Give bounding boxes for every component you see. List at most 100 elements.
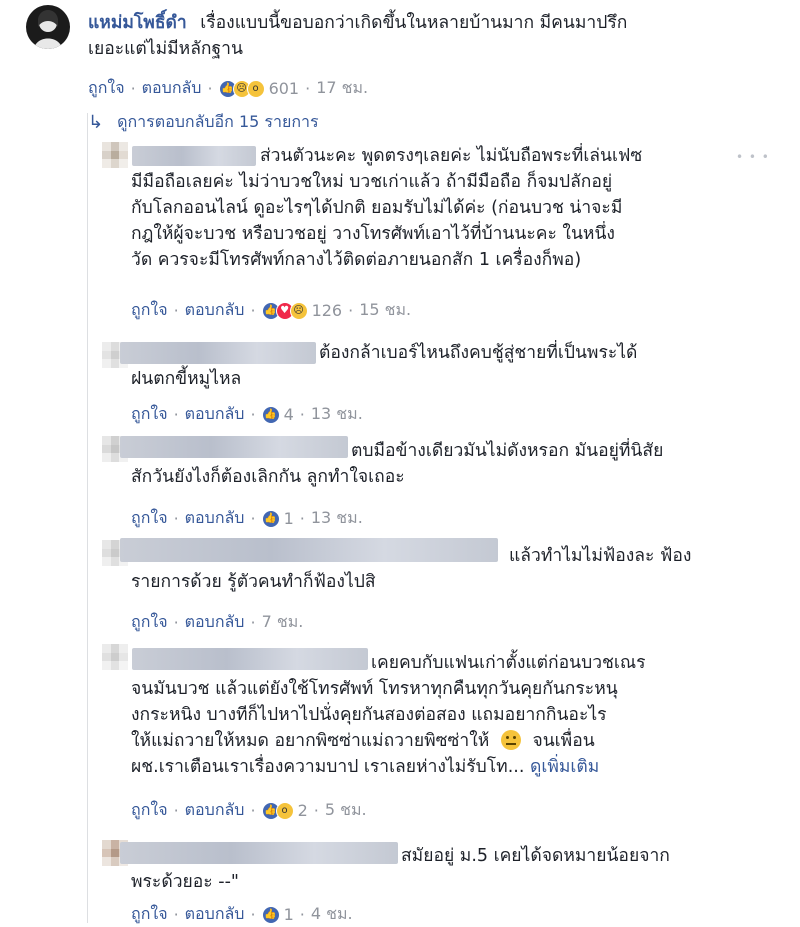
separator: ·: [305, 79, 311, 98]
separator: ·: [130, 79, 136, 98]
reply-line: แล้วทำไมไม่ฟ้องละ ฟ้อง: [509, 546, 692, 566]
separator: ·: [173, 405, 179, 424]
reply-button[interactable]: ตอบกลับ: [185, 902, 245, 927]
reply-line: มีมือถือเลยค่ะ ไม่ว่าบวชใหม่ บวชเก่าแล้ว…: [131, 172, 613, 192]
comment-time[interactable]: 7 ชม.: [262, 610, 304, 635]
reply-line: งกระหนิง บางทีก็ไปหาไปนั่งคุยกันสองต่อสอ…: [131, 705, 607, 725]
reply-button[interactable]: ตอบกลับ: [185, 506, 245, 531]
reply-4-text: แล้วทำไมไม่ฟ้องละ ฟ้อง รายการด้วย รู้ตัว…: [131, 543, 751, 595]
top-comment-actions: ถูกใจ · ตอบกลับ · 👍 ☹ o 601 · 17 ชม.: [88, 76, 368, 101]
reply-line: กับโลกออนไลน์ ดูอะไรๆได้ปกติ ยอมรับไม่ได…: [131, 198, 623, 218]
separator: ·: [173, 301, 179, 320]
reply-5-text: เคยคบกับแฟนเก่าตั้งแต่ก่อนบวชเณร จนมันบว…: [131, 650, 771, 780]
like-button[interactable]: ถูกใจ: [88, 76, 125, 101]
reply-line: ผช.เราเตือนเราเรื่องความบาป เราเลยห่างไม…: [131, 757, 525, 777]
sad-reaction-icon: ☹: [289, 301, 308, 320]
like-button[interactable]: ถูกใจ: [131, 798, 168, 823]
like-button[interactable]: ถูกใจ: [131, 902, 168, 927]
like-reaction-icon: 👍: [261, 905, 280, 924]
reply-avatar[interactable]: [102, 644, 128, 670]
reply-arrow-icon: ↳: [88, 112, 104, 133]
reply-2-actions: ถูกใจ · ตอบกลับ · 👍 4 · 13 ชม.: [131, 402, 363, 427]
reply-line: ส่วนตัวนะคะ พูดตรงๆเลยค่ะ ไม่นับถือพระที…: [260, 146, 643, 166]
reply-3-actions: ถูกใจ · ตอบกลับ · 👍 1 · 13 ชม.: [131, 506, 363, 531]
reply-6-text: สมัยอยู่ ม.5 เคยได้จดหมายน้อยจาก พระด้วย…: [131, 843, 751, 895]
separator: ·: [299, 405, 305, 424]
comment-time[interactable]: 4 ชม.: [311, 902, 353, 927]
like-button[interactable]: ถูกใจ: [131, 506, 168, 531]
separator: ·: [299, 905, 305, 924]
thread-line: [87, 113, 88, 923]
separator: ·: [250, 613, 256, 632]
reaction-icons[interactable]: 👍 o: [261, 801, 294, 820]
separator: ·: [173, 613, 179, 632]
reaction-count[interactable]: 126: [312, 301, 343, 320]
reply-button[interactable]: ตอบกลับ: [185, 610, 245, 635]
reaction-icons[interactable]: 👍 ♥ ☹: [261, 301, 308, 320]
reply-line: พระด้วยอะ --": [131, 872, 239, 892]
see-more-link[interactable]: ดูเพิ่มเติม: [530, 757, 599, 777]
reply-line: วัด ควรจะมีโทรศัพท์กลางไว้ติดต่อภายนอกสั…: [131, 250, 582, 270]
wow-reaction-icon: o: [275, 801, 294, 820]
separator: ·: [299, 509, 305, 528]
comment-time[interactable]: 13 ชม.: [311, 506, 363, 531]
comment-time[interactable]: 15 ชม.: [359, 298, 411, 323]
separator: ·: [250, 509, 256, 528]
separator: ·: [313, 801, 319, 820]
view-more-replies[interactable]: ↳ ดูการตอบกลับอีก 15 รายการ: [88, 110, 319, 135]
reaction-count[interactable]: 1: [284, 509, 294, 528]
separator: ·: [348, 301, 354, 320]
reaction-icons[interactable]: 👍: [261, 509, 280, 528]
reply-button[interactable]: ตอบกลับ: [185, 298, 245, 323]
comment-time[interactable]: 17 ชม.: [316, 76, 368, 101]
reply-line: เคยคบกับแฟนเก่าตั้งแต่ก่อนบวชเณร: [371, 653, 646, 673]
reply-line: ต้องกล้าเบอร์ไหนถึงคบชู้สู่ชายที่เป็นพระ…: [319, 343, 638, 363]
reply-line: จนมันบวช แล้วแต่ยังใช้โทรศัพท์ โทรหาทุกค…: [131, 679, 618, 699]
reply-line: ให้แม่ถวายให้หมด อยากพิซซ่าแม่ถวายพิซซ่า…: [131, 731, 490, 751]
comment-time[interactable]: 13 ชม.: [311, 402, 363, 427]
top-comment-text-line2: เยอะแต่ไม่มีหลักฐาน: [88, 39, 243, 59]
reply-4-actions: ถูกใจ · ตอบกลับ · 7 ชม.: [131, 610, 303, 635]
reply-line: สักวันยังไงก็ต้องเลิกกัน ลูกทำใจเถอะ: [131, 467, 405, 487]
reply-button[interactable]: ตอบกลับ: [185, 402, 245, 427]
neutral-face-emoji-icon: [500, 730, 521, 750]
separator: ·: [173, 509, 179, 528]
reaction-icons[interactable]: 👍 ☹ o: [218, 79, 265, 98]
reaction-icons[interactable]: 👍: [261, 905, 280, 924]
reply-1-actions: ถูกใจ · ตอบกลับ · 👍 ♥ ☹ 126 · 15 ชม.: [131, 298, 411, 323]
reply-3-text: ตบมือข้างเดียวมันไม่ดังหรอก มันอยู่ที่นิ…: [131, 438, 751, 490]
separator: ·: [173, 801, 179, 820]
separator: ·: [173, 905, 179, 924]
separator: ·: [250, 905, 256, 924]
separator: ·: [207, 79, 213, 98]
like-reaction-icon: 👍: [261, 405, 280, 424]
reaction-count[interactable]: 4: [284, 405, 294, 424]
like-button[interactable]: ถูกใจ: [131, 610, 168, 635]
reply-line: รายการด้วย รู้ตัวคนทำก็ฟ้องไปสิ: [131, 572, 376, 592]
reply-line: จนเพื่อน: [532, 731, 595, 751]
reply-2-text: ต้องกล้าเบอร์ไหนถึงคบชู้สู่ชายที่เป็นพระ…: [131, 340, 751, 392]
reaction-icons[interactable]: 👍: [261, 405, 280, 424]
reply-line: ตบมือข้างเดียวมันไม่ดังหรอก มันอยู่ที่นิ…: [351, 441, 664, 461]
separator: ·: [250, 405, 256, 424]
like-button[interactable]: ถูกใจ: [131, 298, 168, 323]
person-silhouette-icon: [34, 10, 62, 49]
reaction-count[interactable]: 1: [284, 905, 294, 924]
separator: ·: [250, 301, 256, 320]
reply-5-actions: ถูกใจ · ตอบกลับ · 👍 o 2 · 5 ชม.: [131, 798, 367, 823]
reply-button[interactable]: ตอบกลับ: [142, 76, 202, 101]
top-comment-text-line1: เรื่องแบบนี้ขอบอกว่าเกิดขึ้นในหลายบ้านมา…: [200, 13, 628, 33]
top-comment-body: แหม่มโพธิ์ดำ เรื่องแบบนี้ขอบอกว่าเกิดขึ้…: [88, 10, 788, 62]
reaction-count[interactable]: 601: [269, 79, 300, 98]
reply-avatar[interactable]: [102, 142, 128, 168]
separator: ·: [250, 801, 256, 820]
reply-button[interactable]: ตอบกลับ: [185, 798, 245, 823]
top-comment-author[interactable]: แหม่มโพธิ์ดำ: [88, 13, 187, 33]
like-reaction-icon: 👍: [261, 509, 280, 528]
view-more-replies-label: ดูการตอบกลับอีก 15 รายการ: [117, 112, 319, 131]
avatar[interactable]: [26, 5, 70, 49]
like-button[interactable]: ถูกใจ: [131, 402, 168, 427]
reaction-count[interactable]: 2: [298, 801, 308, 820]
reply-6-actions: ถูกใจ · ตอบกลับ · 👍 1 · 4 ชม.: [131, 902, 353, 927]
comment-time[interactable]: 5 ชม.: [325, 798, 367, 823]
